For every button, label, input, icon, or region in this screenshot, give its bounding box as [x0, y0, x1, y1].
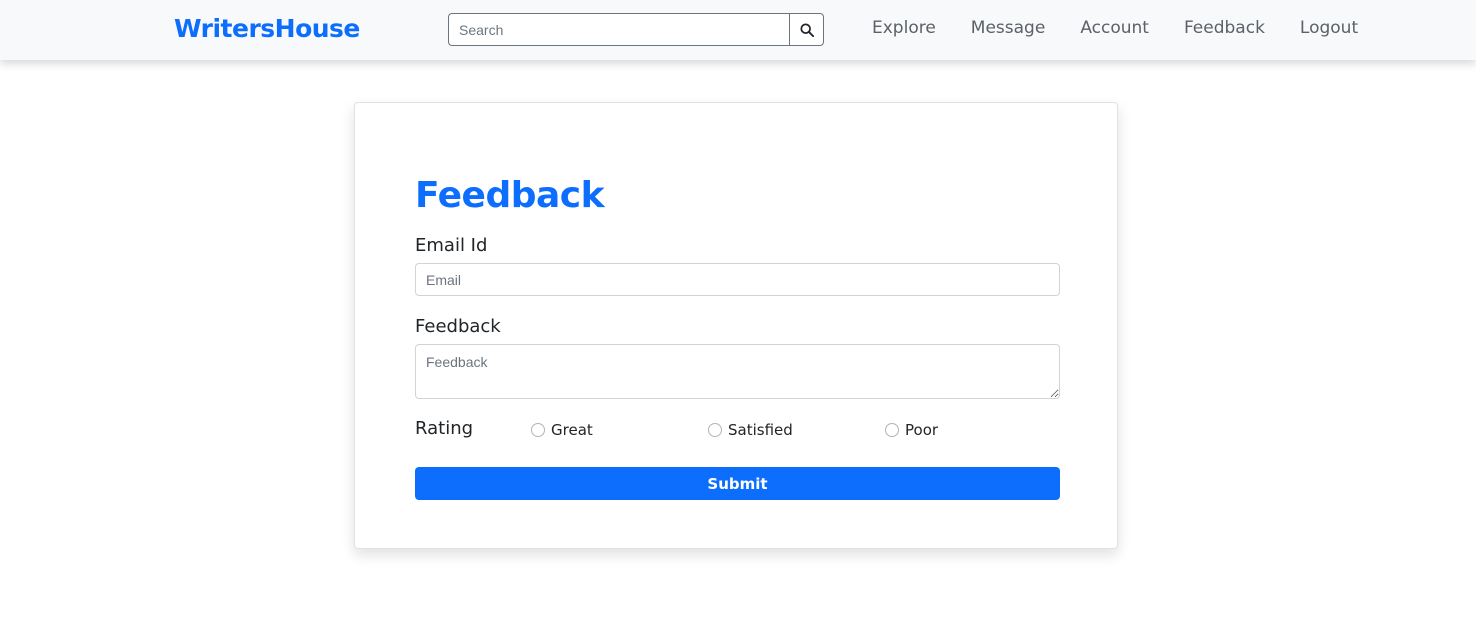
rating-option-satisfied[interactable]: Satisfied — [708, 421, 793, 439]
page-title: Feedback — [415, 175, 605, 216]
feedback-label: Feedback — [415, 316, 501, 337]
email-field[interactable] — [415, 263, 1060, 296]
nav-link-feedback[interactable]: Feedback — [1184, 18, 1265, 38]
radio-satisfied[interactable] — [708, 423, 722, 437]
rating-option-poor[interactable]: Poor — [885, 421, 938, 439]
radio-label-satisfied: Satisfied — [728, 421, 793, 439]
nav-link-account[interactable]: Account — [1080, 18, 1149, 38]
radio-great[interactable] — [531, 423, 545, 437]
navbar: WritersHouse Explore Message Account Fee… — [0, 0, 1476, 60]
search-button[interactable] — [789, 13, 824, 46]
radio-label-great: Great — [551, 421, 593, 439]
rating-option-great[interactable]: Great — [531, 421, 593, 439]
nav-link-logout[interactable]: Logout — [1300, 18, 1358, 38]
brand-logo[interactable]: WritersHouse — [174, 14, 360, 43]
feedback-textarea[interactable] — [415, 344, 1060, 399]
rating-label: Rating — [415, 418, 474, 439]
email-label: Email Id — [415, 235, 488, 256]
search-bar — [448, 13, 824, 46]
radio-poor[interactable] — [885, 423, 899, 437]
nav-link-explore[interactable]: Explore — [872, 18, 936, 38]
radio-label-poor: Poor — [905, 421, 939, 439]
search-icon — [799, 22, 814, 37]
search-input[interactable] — [448, 13, 789, 46]
nav-links: Explore Message Account Feedback Logout — [872, 18, 1393, 38]
nav-link-message[interactable]: Message — [971, 18, 1046, 38]
submit-button[interactable]: Submit — [415, 467, 1060, 500]
feedback-card: Feedback Email Id Feedback Rating Great … — [354, 102, 1118, 549]
